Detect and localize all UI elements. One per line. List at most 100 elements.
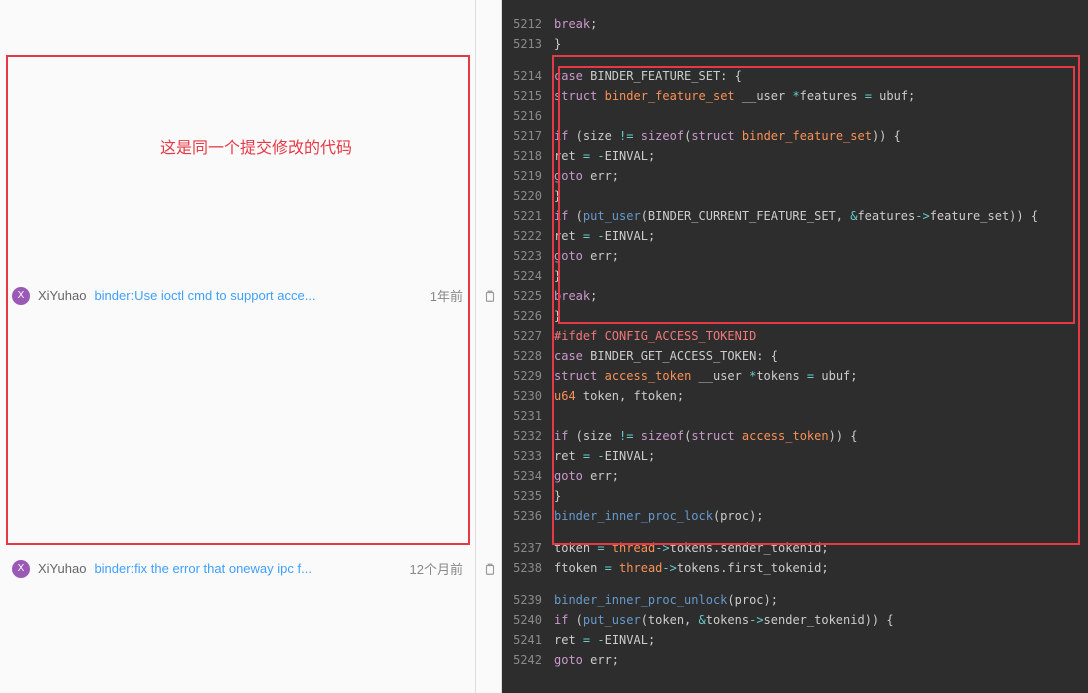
line-number[interactable]: 5228 — [502, 346, 542, 366]
code-line[interactable]: case BINDER_GET_ACCESS_TOKEN: { — [550, 346, 1088, 366]
code-line[interactable]: binder_inner_proc_unlock(proc); — [550, 590, 1088, 610]
gutter-cell — [476, 146, 501, 166]
code-line[interactable]: #ifdef CONFIG_ACCESS_TOKENID — [550, 326, 1088, 346]
code-line[interactable]: if (size != sizeof(struct access_token))… — [550, 426, 1088, 446]
annotation-label: 这是同一个提交修改的代码 — [160, 134, 352, 158]
line-number[interactable]: 5226 — [502, 306, 542, 326]
line-number[interactable]: 5215 — [502, 86, 542, 106]
commit-message-link[interactable]: binder:Use ioctl cmd to support acce... — [94, 288, 423, 303]
code-line[interactable]: break; — [550, 286, 1088, 306]
code-line[interactable]: if (size != sizeof(struct binder_feature… — [550, 126, 1088, 146]
line-number[interactable]: 5227 — [502, 326, 542, 346]
code-line[interactable]: goto err; — [550, 650, 1088, 670]
gutter-cell — [476, 446, 501, 466]
line-number[interactable]: 5236 — [502, 506, 542, 526]
code-column: break; } case BINDER_FEATURE_SET: { stru… — [550, 0, 1088, 693]
gutter-cell — [476, 86, 501, 106]
gutter-cell — [476, 186, 501, 206]
gutter-cell — [476, 226, 501, 246]
line-number[interactable]: 5214 — [502, 66, 542, 86]
line-number[interactable]: 5216 — [502, 106, 542, 126]
line-number[interactable]: 5217 — [502, 126, 542, 146]
gutter-cell — [476, 650, 501, 670]
gutter-cell — [476, 366, 501, 386]
code-line[interactable]: } — [550, 486, 1088, 506]
blame-view-container: 这是同一个提交修改的代码 X XiYuhao binder:Use ioctl … — [0, 0, 1088, 693]
gutter-cell — [476, 426, 501, 446]
gutter-cell — [476, 386, 501, 406]
code-line[interactable]: ftoken = thread->tokens.first_tokenid; — [550, 558, 1088, 578]
code-line[interactable]: } — [550, 186, 1088, 206]
code-line[interactable]: goto err; — [550, 166, 1088, 186]
gutter-cell — [476, 66, 501, 86]
code-line[interactable]: } — [550, 34, 1088, 54]
gutter-cell — [476, 538, 501, 558]
commit-age: 1年前 — [430, 286, 463, 305]
code-line[interactable]: break; — [550, 14, 1088, 34]
code-line[interactable]: if (put_user(BINDER_CURRENT_FEATURE_SET,… — [550, 206, 1088, 226]
line-number[interactable]: 5240 — [502, 610, 542, 630]
avatar: X — [12, 287, 30, 305]
gutter-column — [476, 0, 502, 693]
code-line[interactable]: ret = -EINVAL; — [550, 446, 1088, 466]
code-line[interactable]: goto err; — [550, 466, 1088, 486]
gutter-cell — [476, 206, 501, 226]
gutter-cell — [476, 506, 501, 526]
line-number[interactable]: 5241 — [502, 630, 542, 650]
line-number[interactable]: 5232 — [502, 426, 542, 446]
code-line[interactable]: ret = -EINVAL; — [550, 630, 1088, 650]
line-number-column: 52125213 52145215521652175218521952205221… — [502, 0, 550, 693]
code-line[interactable]: case BINDER_FEATURE_SET: { — [550, 66, 1088, 86]
code-line[interactable]: struct binder_feature_set __user *featur… — [550, 86, 1088, 106]
gutter-cell — [476, 630, 501, 650]
line-number[interactable]: 5233 — [502, 446, 542, 466]
gutter-cell — [476, 266, 501, 286]
gutter-cell — [476, 326, 501, 346]
code-line[interactable]: struct access_token __user *tokens = ubu… — [550, 366, 1088, 386]
code-line[interactable]: } — [550, 266, 1088, 286]
line-number[interactable]: 5221 — [502, 206, 542, 226]
gutter-cell — [476, 406, 501, 426]
line-number[interactable]: 5213 — [502, 34, 542, 54]
gutter-cell — [476, 466, 501, 486]
line-number[interactable]: 5223 — [502, 246, 542, 266]
code-line[interactable] — [550, 406, 1088, 426]
line-number[interactable]: 5229 — [502, 366, 542, 386]
line-number[interactable]: 5242 — [502, 650, 542, 670]
gutter-cell — [476, 14, 501, 34]
line-number[interactable]: 5225 — [502, 286, 542, 306]
line-number[interactable]: 5234 — [502, 466, 542, 486]
code-line[interactable]: binder_inner_proc_lock(proc); — [550, 506, 1088, 526]
line-number[interactable]: 5237 — [502, 538, 542, 558]
line-number[interactable]: 5220 — [502, 186, 542, 206]
copy-icon[interactable] — [477, 286, 503, 306]
line-number[interactable]: 5235 — [502, 486, 542, 506]
line-number[interactable]: 5231 — [502, 406, 542, 426]
commit-message-link[interactable]: binder:fix the error that oneway ipc f..… — [94, 561, 403, 576]
code-line[interactable]: token = thread->tokens.sender_tokenid; — [550, 538, 1088, 558]
line-number[interactable]: 5212 — [502, 14, 542, 34]
line-number[interactable]: 5224 — [502, 266, 542, 286]
blame-entry[interactable]: X XiYuhao binder:Use ioctl cmd to suppor… — [0, 286, 475, 305]
gutter-cell — [476, 126, 501, 146]
code-line[interactable]: if (put_user(token, &tokens->sender_toke… — [550, 610, 1088, 630]
code-line[interactable]: ret = -EINVAL; — [550, 146, 1088, 166]
gutter-cell — [476, 610, 501, 630]
line-number[interactable]: 5222 — [502, 226, 542, 246]
code-line[interactable]: goto err; — [550, 246, 1088, 266]
code-line[interactable]: u64 token, ftoken; — [550, 386, 1088, 406]
line-number[interactable]: 5218 — [502, 146, 542, 166]
code-line[interactable]: ret = -EINVAL; — [550, 226, 1088, 246]
line-number[interactable]: 5230 — [502, 386, 542, 406]
blame-entry[interactable]: X XiYuhao binder:fix the error that onew… — [0, 559, 475, 578]
blame-author: XiYuhao — [38, 561, 86, 576]
line-number[interactable]: 5238 — [502, 558, 542, 578]
gutter-cell — [476, 246, 501, 266]
line-number[interactable]: 5219 — [502, 166, 542, 186]
code-line[interactable]: } — [550, 306, 1088, 326]
line-number[interactable]: 5239 — [502, 590, 542, 610]
gutter-cell — [476, 34, 501, 54]
avatar: X — [12, 560, 30, 578]
code-line[interactable] — [550, 106, 1088, 126]
copy-icon[interactable] — [477, 559, 503, 579]
